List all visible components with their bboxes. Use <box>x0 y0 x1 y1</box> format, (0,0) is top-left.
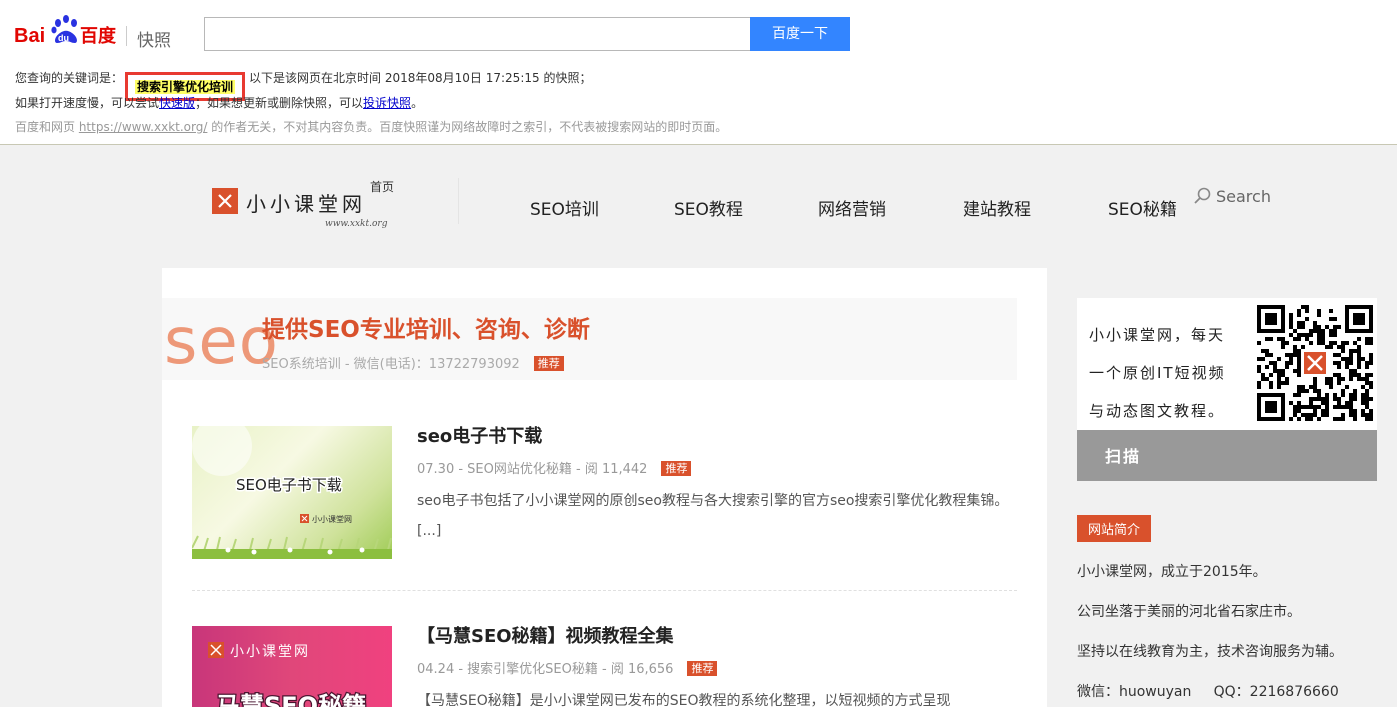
snapshot-label: 快照 <box>137 31 171 51</box>
disclaimer-prefix: 百度和网页 <box>15 120 79 134</box>
snapshot-time-text: 以下是该网页在北京时间 2018年08月10日 17:25:15 的快照； <box>249 71 592 85</box>
line2-end: 。 <box>411 96 424 110</box>
post-thumbnail[interactable]: 小小课堂网 马慧SEO秘籍 <box>192 626 392 707</box>
snapshot-header: Bai du 百度 快照 百度一下 您查询的关键词是： 搜索引擎优化培训以下是该网… <box>0 0 1397 145</box>
disclaimer-suffix: 的作者无关，不对其内容负责。百度快照谨为网络故障时之索引，不代表被搜索网站的即时… <box>207 120 728 134</box>
thumb-brand: 小小课堂网 <box>230 644 310 660</box>
search-icon <box>1194 187 1211 204</box>
thumb-title: 马慧SEO秘籍 <box>216 692 366 707</box>
logo-name: 小小课堂网 <box>246 192 366 216</box>
intro-line: 公司坐落于美丽的河北省石家庄市。 <box>1077 604 1301 620</box>
snapshot-disclaimer: 百度和网页 https://www.xxkt.org/ 的作者无关，不对其内容负… <box>15 118 727 135</box>
post-title[interactable]: seo电子书下载 <box>417 422 542 448</box>
post-meta: 07.30 - SEO网站优化秘籍 - 阅 11,442 推荐 <box>417 458 692 477</box>
source-url-link[interactable]: https://www.xxkt.org/ <box>79 120 208 134</box>
thumb-title: SEO电子书下载 <box>236 476 342 494</box>
qr-line: 与动态图文教程。 <box>1089 402 1226 420</box>
post-title[interactable]: 【马慧SEO秘籍】视频教程全集 <box>417 622 674 648</box>
thumb-brand: 小小课堂网 <box>312 514 352 524</box>
nav-seo-secrets[interactable]: SEO秘籍 <box>1108 195 1177 220</box>
qr-line: 小小课堂网，每天 <box>1089 326 1226 344</box>
fast-version-link[interactable]: 快速版 <box>159 96 195 110</box>
logo-divider <box>126 26 127 46</box>
qr-code <box>1257 305 1373 421</box>
home-label[interactable]: 首页 <box>370 178 394 195</box>
baidu-logo[interactable]: Bai du 百度 <box>14 13 118 49</box>
intro-contact: 微信：huowuyan QQ：2216876660 <box>1077 684 1339 700</box>
logo-cn: 百度 <box>80 25 117 47</box>
intro-title: 网站简介 <box>1077 515 1152 542</box>
banner-title[interactable]: 提供SEO专业培训、咨询、诊断 <box>262 310 590 344</box>
post-meta-text: 07.30 - SEO网站优化秘籍 - 阅 11,442 <box>417 462 648 477</box>
banner-subtitle: SEO系统培训 - 微信(电话)：13722793092 推荐 <box>262 353 564 372</box>
nav-online-marketing[interactable]: 网络营销 <box>818 195 886 220</box>
banner-contact: SEO系统培训 - 微信(电话)：13722793092 <box>262 357 520 372</box>
post-thumbnail[interactable]: SEO电子书下载 小小课堂网 <box>192 426 392 559</box>
scan-label: 扫描 <box>1077 430 1377 481</box>
intro-line: 坚持以在线教育为主，技术咨询服务为辅。 <box>1077 644 1343 660</box>
qr-description: 小小课堂网，每天 一个原创IT短视频 与动态图文教程。 <box>1089 316 1249 430</box>
keyword-prefix: 您查询的关键词是： <box>15 71 124 85</box>
post-excerpt: 【马慧SEO秘籍】是小小课堂网已发布的SEO教程的系统化整理，以短视频的方式呈现 <box>417 693 951 707</box>
complain-snapshot-link[interactable]: 投诉快照 <box>363 96 411 110</box>
snapshot-info-links: 如果打开速度慢，可以尝试快速版；如果想更新或删除快照，可以投诉快照。 <box>15 94 423 111</box>
qr-line: 一个原创IT短视频 <box>1089 364 1226 382</box>
speed-text: 如果打开速度慢，可以尝试 <box>15 96 160 110</box>
recommend-tag: 推荐 <box>687 661 718 676</box>
nav-site-building[interactable]: 建站教程 <box>963 195 1031 220</box>
recommend-tag: 推荐 <box>661 461 692 476</box>
nav-divider <box>458 178 459 224</box>
search-input[interactable] <box>204 17 751 51</box>
nav-seo-tutorial[interactable]: SEO教程 <box>674 195 743 220</box>
logo-url: www.xxkt.org <box>325 219 388 229</box>
post-excerpt: seo电子书包括了小小课堂网的原创seo教程与各大搜索引擎的官方seo搜索引擎优… <box>417 493 1009 539</box>
nav-seo-training[interactable]: SEO培训 <box>530 195 599 220</box>
search-button[interactable]: 百度一下 <box>750 17 850 51</box>
search-label: Search <box>1216 187 1271 206</box>
intro-line: 小小课堂网，成立于2015年。 <box>1077 564 1267 580</box>
update-text: ；如果想更新或删除快照，可以 <box>195 96 364 110</box>
post-meta-text: 04.24 - 搜索引擎优化SEO秘籍 - 阅 16,656 <box>417 662 674 677</box>
logo-bai: Bai <box>14 25 45 47</box>
keyword-highlight: 搜索引擎优化培训 <box>135 80 236 94</box>
post-divider <box>192 590 1017 591</box>
logo-du: du <box>58 33 69 43</box>
recommend-tag: 推荐 <box>533 356 564 371</box>
site-search[interactable]: Search <box>1193 186 1271 206</box>
post-meta: 04.24 - 搜索引擎优化SEO秘籍 - 阅 16,656 推荐 <box>417 658 718 677</box>
